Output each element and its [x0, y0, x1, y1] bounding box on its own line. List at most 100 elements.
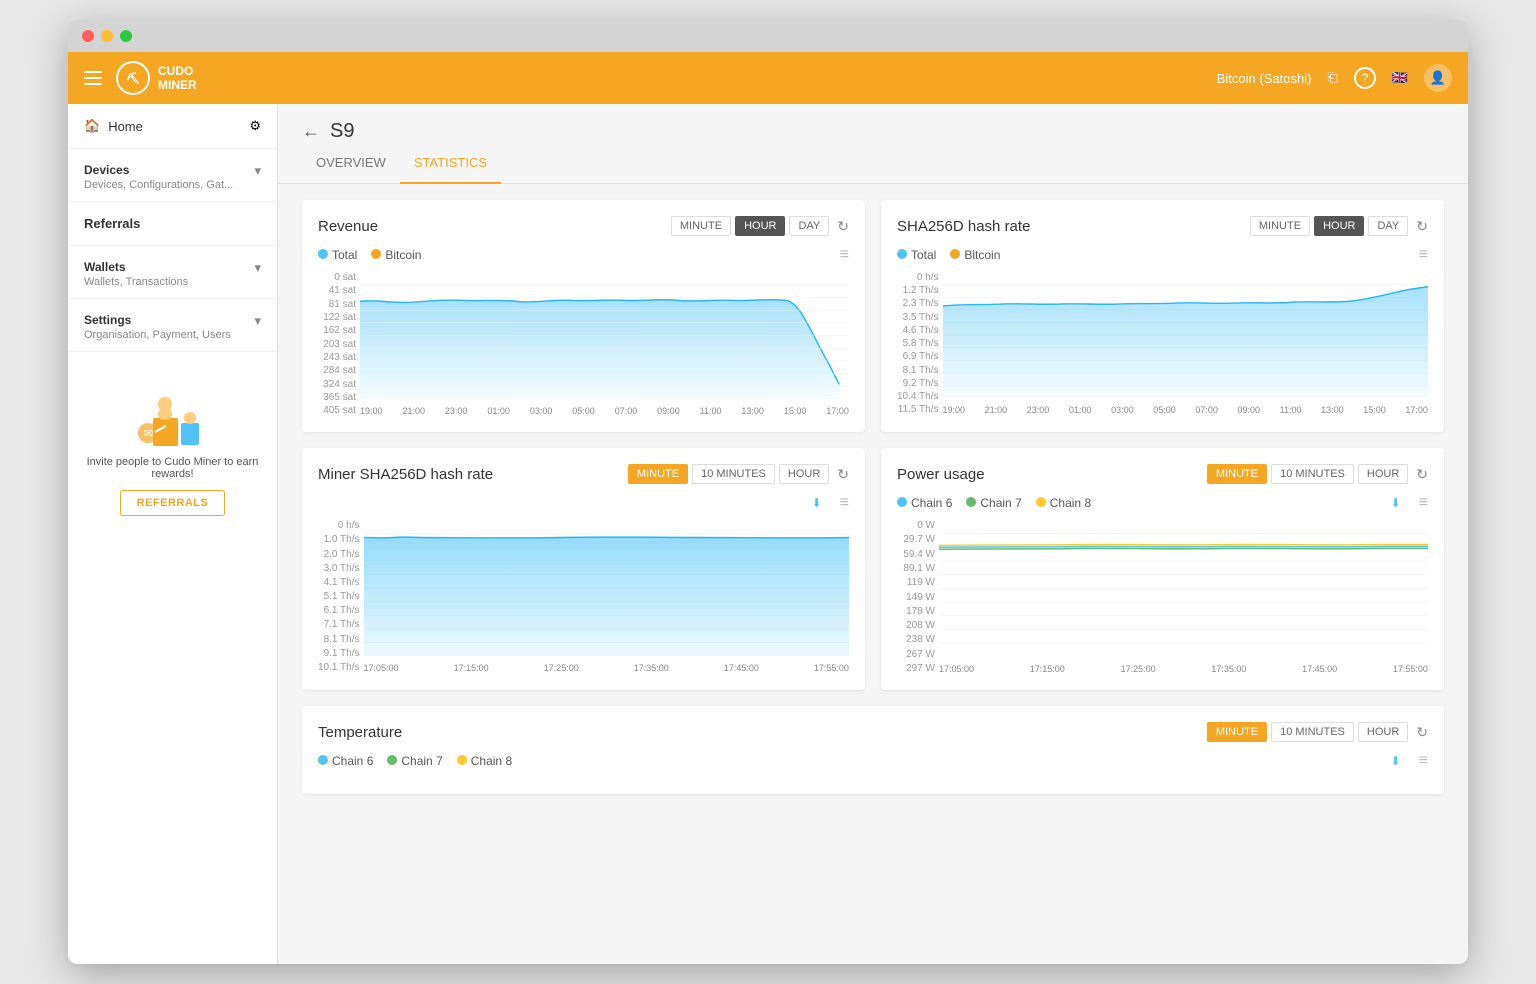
sidebar-home-item[interactable]: 🏠 Home ⚙	[68, 104, 277, 149]
y-label: 178 W	[897, 606, 935, 617]
revenue-chart-header: Revenue MINUTE HOUR DAY ↻	[318, 216, 849, 236]
y-label: 10.1 Th/s	[318, 662, 360, 673]
sha256d-menu-icon[interactable]: ≡	[1419, 246, 1428, 264]
revenue-legend-bitcoin: Bitcoin	[371, 248, 421, 262]
power-hour-btn[interactable]: HOUR	[1358, 464, 1408, 484]
temp-download-icon[interactable]: ⬇	[1391, 754, 1401, 768]
minimize-dot[interactable]	[101, 30, 113, 42]
miner-menu-icon[interactable]: ≡	[840, 494, 849, 512]
x-label: 23:00	[445, 406, 468, 416]
temp-hour-btn[interactable]: HOUR	[1358, 722, 1408, 742]
temp-minute-btn[interactable]: MINUTE	[1207, 722, 1267, 742]
sha256d-day-btn[interactable]: DAY	[1368, 216, 1408, 236]
y-label: 4.6 Th/s	[897, 325, 939, 336]
y-label: 4.1 Th/s	[318, 577, 360, 588]
x-label: 17:05:00	[939, 664, 974, 674]
back-button[interactable]: ←	[302, 121, 320, 142]
miner-10min-btn[interactable]: 10 MINUTES	[692, 464, 775, 484]
miner-download-icon[interactable]: ⬇	[812, 496, 822, 510]
y-label: 122 sat	[318, 312, 356, 323]
revenue-refresh-icon[interactable]: ↻	[837, 218, 849, 235]
y-label: 5.1 Th/s	[318, 591, 360, 602]
x-label: 17:15:00	[1030, 664, 1065, 674]
temp-refresh-icon[interactable]: ↻	[1416, 724, 1428, 741]
y-label: 89.1 W	[897, 563, 935, 574]
y-label: 208 W	[897, 620, 935, 631]
sidebar-devices-section[interactable]: ▾ Devices Devices, Configurations, Gat..…	[68, 149, 277, 202]
x-label: 05:00	[1153, 405, 1176, 415]
settings-sub: Organisation, Payment, Users	[84, 329, 261, 341]
maximize-dot[interactable]	[120, 30, 132, 42]
y-label: 2.0 Th/s	[318, 549, 360, 560]
sha256d-chart-header: SHA256D hash rate MINUTE HOUR DAY ↻	[897, 216, 1428, 236]
temp-menu-icon[interactable]: ≡	[1419, 752, 1428, 770]
temp-10min-btn[interactable]: 10 MINUTES	[1271, 722, 1354, 742]
revenue-menu-icon[interactable]: ≡	[840, 246, 849, 264]
y-label: 405 sat	[318, 405, 356, 416]
referrals-button[interactable]: REFERRALS	[120, 490, 226, 516]
x-label: 17:00	[1405, 405, 1428, 415]
power-usage-x-labels: 17:05:00 17:15:00 17:25:00 17:35:00 17:4…	[939, 664, 1428, 674]
revenue-hour-btn[interactable]: HOUR	[735, 216, 785, 236]
miner-hashrate-y-labels: 10.1 Th/s 9.1 Th/s 8.1 Th/s 7.1 Th/s 6.1…	[318, 520, 364, 673]
x-label: 17:45:00	[1302, 664, 1337, 674]
sha256d-minute-btn[interactable]: MINUTE	[1250, 216, 1310, 236]
miner-minute-btn[interactable]: MINUTE	[628, 464, 688, 484]
sha256d-controls: MINUTE HOUR DAY ↻	[1250, 216, 1428, 236]
power-10min-btn[interactable]: 10 MINUTES	[1271, 464, 1354, 484]
x-label: 17:35:00	[1211, 664, 1246, 674]
miner-refresh-icon[interactable]: ↻	[837, 466, 849, 483]
share-icon[interactable]: ⎗	[1327, 70, 1337, 86]
close-dot[interactable]	[82, 30, 94, 42]
y-label: 0 W	[897, 520, 935, 531]
power-usage-chart-card: Power usage MINUTE 10 MINUTES HOUR ↻ Cha…	[881, 448, 1444, 690]
home-link[interactable]: 🏠 Home	[84, 118, 143, 134]
svg-text:✉: ✉	[144, 428, 153, 440]
sidebar-wallets-section[interactable]: ▾ Wallets Wallets, Transactions	[68, 246, 277, 299]
sha256d-refresh-icon[interactable]: ↻	[1416, 218, 1428, 235]
sidebar-settings-section[interactable]: ▾ Settings Organisation, Payment, Users	[68, 299, 277, 352]
y-label: 6.9 Th/s	[897, 351, 939, 362]
wallets-label: Wallets	[84, 260, 261, 274]
y-label: 162 sat	[318, 325, 356, 336]
temperature-header: Temperature MINUTE 10 MINUTES HOUR ↻	[318, 722, 1428, 742]
revenue-minute-btn[interactable]: MINUTE	[671, 216, 731, 236]
x-label: 03:00	[530, 406, 553, 416]
sidebar-referrals-item[interactable]: Referrals	[68, 202, 277, 246]
revenue-day-btn[interactable]: DAY	[789, 216, 829, 236]
temperature-legend: Chain 6 Chain 7 Chain 8 ⬇ ≡	[318, 752, 1428, 770]
miner-hashrate-x-labels: 17:05:00 17:15:00 17:25:00 17:35:00 17:4…	[364, 663, 849, 673]
power-minute-btn[interactable]: MINUTE	[1207, 464, 1267, 484]
y-label: 119 W	[897, 577, 935, 588]
power-download-icon[interactable]: ⬇	[1391, 496, 1401, 510]
miner-hashrate-controls: MINUTE 10 MINUTES HOUR ↻	[628, 464, 849, 484]
miner-hour-btn[interactable]: HOUR	[779, 464, 829, 484]
sha256d-legend-bitcoin: Bitcoin	[950, 248, 1000, 262]
y-label: 5.8 Th/s	[897, 338, 939, 349]
x-label: 11:00	[700, 406, 722, 416]
revenue-y-labels: 405 sat 365 sat 324 sat 284 sat 243 sat …	[318, 272, 360, 416]
sidebar-gear-icon[interactable]: ⚙	[249, 118, 261, 134]
power-refresh-icon[interactable]: ↻	[1416, 466, 1428, 483]
y-label: 6.1 Th/s	[318, 605, 360, 616]
revenue-svg	[360, 272, 849, 399]
y-label: 297 W	[897, 663, 935, 674]
sha256d-hour-btn[interactable]: HOUR	[1314, 216, 1364, 236]
power-usage-controls: MINUTE 10 MINUTES HOUR ↻	[1207, 464, 1428, 484]
flag-icon[interactable]: 🇬🇧	[1392, 70, 1408, 86]
hamburger-menu[interactable]	[84, 71, 102, 85]
y-label: 59.4 W	[897, 549, 935, 560]
x-label: 23:00	[1027, 405, 1050, 415]
help-icon[interactable]: ?	[1354, 67, 1376, 89]
tab-overview[interactable]: OVERVIEW	[302, 143, 400, 184]
x-label: 17:25:00	[544, 663, 579, 673]
x-label: 13:00	[741, 406, 764, 416]
x-label: 11:00	[1280, 405, 1302, 415]
power-menu-icon[interactable]: ≡	[1419, 494, 1428, 512]
title-bar	[68, 20, 1468, 52]
user-icon[interactable]: 👤	[1424, 64, 1452, 92]
tab-statistics[interactable]: STATISTICS	[400, 143, 501, 184]
miner-hashrate-chart-card: Miner SHA256D hash rate MINUTE 10 MINUTE…	[302, 448, 865, 690]
revenue-controls: MINUTE HOUR DAY ↻	[671, 216, 849, 236]
revenue-x-labels: 19:00 21:00 23:00 01:00 03:00 05:00 07:0…	[360, 406, 849, 416]
